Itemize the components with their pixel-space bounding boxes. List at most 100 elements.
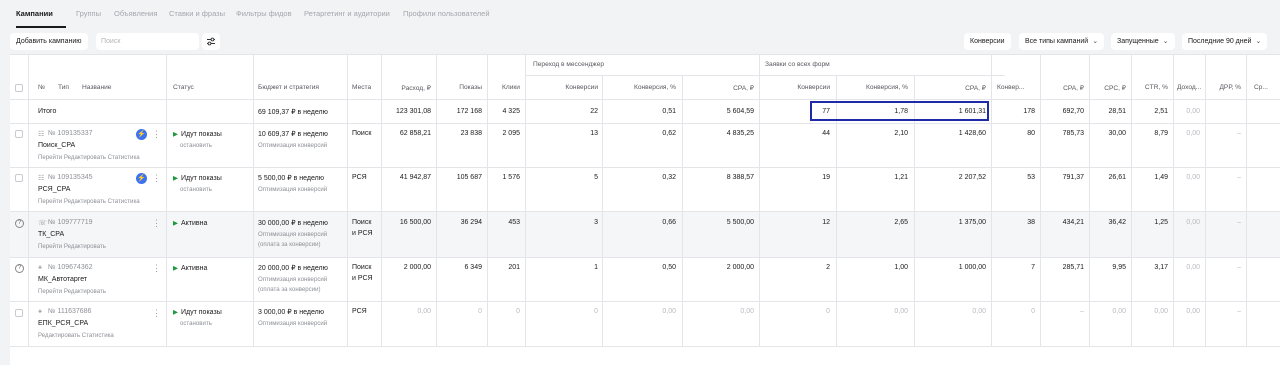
campaigns-table: Переход в мессенджер Заявки со всех форм… (10, 54, 1280, 365)
tab-feed-filters[interactable]: Фильтры фидов (236, 9, 292, 18)
campaign-links[interactable]: Перейти Редактировать Статистика (38, 198, 140, 205)
cell-cpc: 30,00 (1108, 130, 1126, 137)
col-header-cpc[interactable]: CPC, ₽ (1089, 84, 1126, 92)
campaign-id: № 109777719 (48, 219, 93, 226)
col-header-status[interactable]: Статус (173, 84, 194, 91)
campaign-name[interactable]: РСЯ_CPA (38, 186, 70, 193)
campaign-places-extra: и РСЯ (352, 230, 373, 237)
help-icon[interactable]: ? (15, 264, 24, 273)
cell-income: 0,00 (1186, 219, 1200, 226)
campaign-links[interactable]: Перейти Редактировать (38, 288, 106, 295)
cell-impressions: 36 294 (460, 219, 482, 226)
campaign-name[interactable]: Поиск_CPA (38, 142, 75, 149)
campaign-name[interactable]: ТК_CPA (38, 231, 64, 238)
col-header-ctr[interactable]: CTR, % (1131, 84, 1168, 91)
filter-settings-button[interactable] (202, 33, 220, 50)
col-header-cpa[interactable]: CPA, ₽ (1040, 84, 1084, 92)
tab-campaigns[interactable]: Кампании (16, 9, 53, 18)
more-options-icon[interactable]: ⋮ (152, 264, 161, 273)
campaign-links[interactable]: Перейти Редактировать (38, 243, 106, 250)
cell-conversions: 38 (1027, 219, 1035, 226)
cell-messenger-conversions: 3 (594, 219, 598, 226)
row-separator (10, 346, 1280, 347)
cell-spend: 0,00 (417, 308, 431, 315)
campaign-links[interactable]: Редактировать Статистика (38, 332, 114, 339)
col-header-conversions[interactable]: Конвер... (997, 84, 1024, 91)
more-options-icon[interactable]: ⋮ (152, 309, 161, 318)
col-header-messenger-conv-pct[interactable]: Конверсия, % (602, 84, 676, 91)
col-header-places[interactable]: Места (352, 84, 371, 91)
col-header-spend[interactable]: Расход, ₽ (381, 84, 431, 92)
tab-ads[interactable]: Объявления (114, 9, 157, 18)
campaign-strategy: Оптимизация конверсий (258, 320, 328, 327)
cell-drr: – (1237, 219, 1241, 226)
row-checkbox[interactable] (15, 130, 23, 138)
stop-link[interactable]: остановить (180, 186, 212, 193)
help-icon[interactable]: ? (15, 219, 24, 228)
col-header-messenger-conversions[interactable]: Конверсии (525, 84, 598, 91)
col-header-forms-conv-pct[interactable]: Конверсия, % (836, 84, 908, 91)
cell-income: 0,00 (1186, 174, 1200, 181)
col-separator (1246, 54, 1247, 346)
tab-retargeting[interactable]: Ретаргетинг и аудитории (304, 9, 390, 18)
cell-clicks: 2 095 (502, 130, 520, 137)
total-income: 0,00 (1186, 108, 1200, 115)
campaign-id: № 109674362 (48, 264, 93, 271)
total-budget: 69 109,37 ₽ в неделю (258, 109, 328, 116)
campaign-types-select[interactable]: Все типы кампаний ⌄ (1019, 33, 1105, 50)
cell-ctr: 3,17 (1154, 264, 1168, 271)
col-header-drr[interactable]: ДРР, % (1205, 84, 1241, 91)
total-label: Итого (38, 108, 57, 115)
col-header-budget[interactable]: Бюджет и стратегия (258, 84, 319, 91)
cell-clicks: 1 576 (502, 174, 520, 181)
tab-groups[interactable]: Группы (76, 9, 101, 18)
campaign-status: ▶ Идут показы (173, 174, 222, 182)
row-checkbox[interactable] (15, 174, 23, 182)
row-checkbox[interactable] (15, 309, 23, 317)
col-header-messenger-cpa[interactable]: CPA, ₽ (682, 84, 754, 92)
campaign-name[interactable]: ЕПК_РСЯ_CPA (38, 320, 88, 327)
chevron-down-icon: ⌄ (1162, 38, 1169, 45)
header-group-separator (525, 75, 1005, 76)
cell-conversions: 53 (1027, 174, 1035, 181)
tab-bids[interactable]: Ставки и фразы (169, 9, 225, 18)
cell-messenger-conv-pct: 0,00 (662, 308, 676, 315)
status-text: Идут показы (181, 175, 222, 182)
col-header-impressions[interactable]: Показы (436, 84, 482, 91)
col-header-more[interactable]: Ср... (1254, 84, 1268, 91)
more-options-icon[interactable]: ⋮ (152, 219, 161, 228)
cell-messenger-conv-pct: 0,32 (662, 174, 676, 181)
cell-spend: 2 000,00 (403, 264, 431, 271)
stop-link[interactable]: остановить (180, 320, 212, 327)
more-options-icon[interactable]: ⋮ (152, 174, 161, 183)
campaign-links[interactable]: Перейти Редактировать Статистика (38, 154, 140, 161)
autotarget-bolt-icon[interactable]: ⚡ (136, 173, 147, 184)
conversions-button[interactable]: Конверсии (964, 33, 1011, 50)
cell-ctr: 1,25 (1154, 219, 1168, 226)
status-text: Идут показы (181, 309, 222, 316)
status-filter-select[interactable]: Запущенные ⌄ (1111, 33, 1175, 50)
select-all-checkbox[interactable] (15, 84, 23, 92)
total-messenger-conversions: 22 (590, 108, 598, 115)
col-header-clicks[interactable]: Клики (487, 84, 520, 91)
campaign-name[interactable]: МК_Автотаргет (38, 276, 87, 283)
cell-cpc: 36,42 (1108, 219, 1126, 226)
more-options-icon[interactable]: ⋮ (152, 130, 161, 139)
play-icon: ▶ (173, 220, 178, 227)
col-separator (166, 54, 167, 346)
campaign-id: № 111637686 (48, 308, 92, 315)
add-campaign-button[interactable]: Добавить кампанию (10, 33, 88, 50)
cell-forms-conv-pct: 2,65 (894, 219, 908, 226)
search-input[interactable]: Поиск (96, 33, 199, 50)
stop-link[interactable]: остановить (180, 142, 212, 149)
col-header-forms-conversions[interactable]: Конверсии (759, 84, 830, 91)
tab-user-profiles[interactable]: Профили пользователей (403, 9, 490, 18)
col-header-name[interactable]: Название (82, 84, 111, 91)
autotarget-bolt-icon[interactable]: ⚡ (136, 129, 147, 140)
col-separator (991, 54, 992, 346)
col-header-income[interactable]: Доход... (1177, 84, 1201, 91)
cell-clicks: 201 (508, 264, 520, 271)
period-select[interactable]: Последние 90 дней ⌄ (1182, 33, 1268, 50)
col-header-forms-cpa[interactable]: CPA, ₽ (914, 84, 986, 92)
play-icon: ▶ (173, 265, 178, 272)
